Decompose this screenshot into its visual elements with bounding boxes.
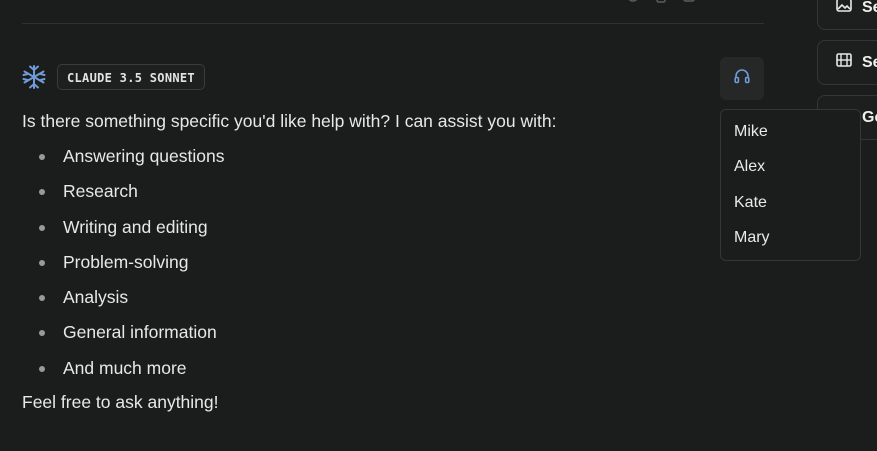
list-item-text: Research	[63, 181, 138, 202]
voice-option-kate[interactable]: Kate	[721, 190, 860, 225]
share-icon[interactable]	[682, 0, 696, 4]
assistant-message: Is there something specific you'd like h…	[22, 109, 712, 412]
list-item: General information	[22, 320, 712, 355]
voice-option-mike[interactable]: Mike	[721, 119, 860, 154]
list-item-text: And much more	[63, 357, 187, 378]
voice-dropdown: Mike Alex Kate Mary	[720, 109, 861, 261]
message-action-icons	[626, 0, 696, 4]
bullet	[39, 295, 45, 302]
bullet	[39, 189, 45, 196]
list-item-text: General information	[63, 322, 217, 343]
copy-icon[interactable]	[654, 0, 668, 4]
list-item: Research	[22, 179, 712, 214]
image-icon	[836, 0, 852, 17]
list-item: Analysis	[22, 285, 712, 320]
list-item-text: Answering questions	[63, 146, 225, 166]
sidebar-card-label: Ge	[862, 108, 877, 126]
list-item-text: Writing and editing	[63, 216, 208, 237]
list-item-text: Analysis	[63, 287, 129, 308]
film-icon	[836, 53, 852, 72]
read-aloud-button[interactable]	[720, 57, 764, 100]
voice-option-alex[interactable]: Alex	[721, 154, 860, 189]
sidebar-card-video[interactable]: Se	[817, 40, 877, 85]
capability-list: Answering questions Research Writing and…	[22, 144, 712, 391]
list-item: And much more	[22, 356, 712, 391]
bullet	[39, 154, 45, 160]
bullet	[39, 330, 45, 337]
claude-logo-icon	[22, 65, 46, 89]
list-item: Problem-solving	[22, 250, 712, 285]
list-item: Writing and editing	[22, 215, 712, 250]
message-divider	[22, 23, 764, 24]
list-item-text: Problem-solving	[63, 251, 189, 272]
headphones-icon	[733, 67, 751, 90]
message-intro: Is there something specific you'd like h…	[22, 111, 557, 131]
chat-page: CLAUDE 3.5 SONNET Is there something spe…	[0, 0, 877, 451]
sidebar-card-image[interactable]: Se	[817, 0, 877, 30]
sidebar-card-label: Se	[862, 0, 877, 16]
bullet	[39, 259, 45, 266]
refresh-icon[interactable]	[626, 0, 640, 4]
model-badge: CLAUDE 3.5 SONNET	[57, 64, 205, 90]
list-item: Answering questions	[22, 144, 712, 179]
voice-option-mary[interactable]: Mary	[721, 225, 860, 260]
bullet	[39, 224, 45, 231]
message-outro: Feel free to ask anything!	[22, 392, 219, 412]
bullet	[39, 365, 45, 372]
sidebar-card-label: Se	[862, 53, 877, 71]
